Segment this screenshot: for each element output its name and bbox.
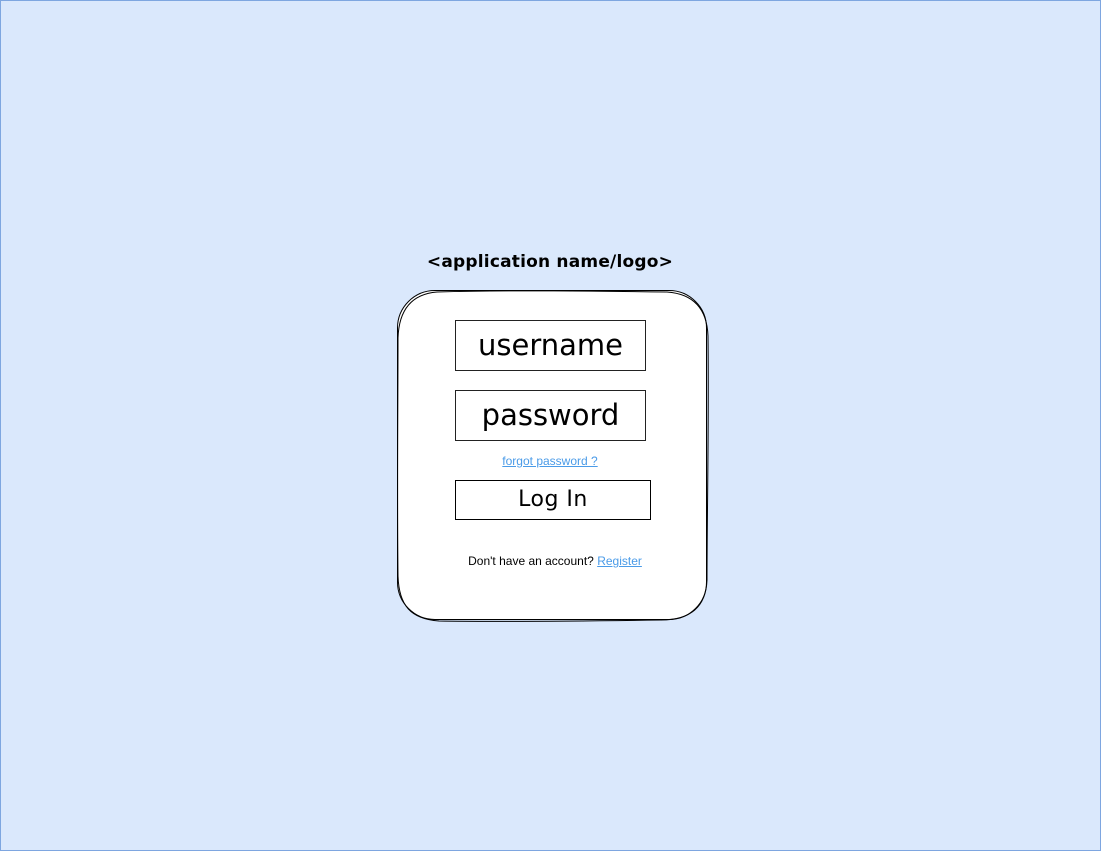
username-field[interactable]: username	[455, 320, 646, 371]
login-button[interactable]: Log In	[455, 480, 651, 520]
register-prompt-text: Don't have an account?	[468, 554, 594, 568]
app-title: <application name/logo>	[426, 252, 674, 272]
forgot-password-link[interactable]: forgot password ?	[452, 453, 648, 469]
register-link[interactable]: Register	[597, 554, 642, 568]
register-prompt-row: Don't have an account? Register	[420, 553, 690, 569]
password-field[interactable]: password	[455, 390, 646, 441]
